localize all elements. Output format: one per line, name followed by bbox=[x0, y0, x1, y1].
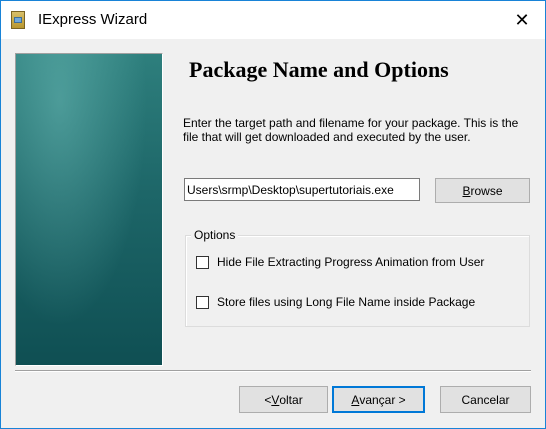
options-legend: Options bbox=[191, 228, 239, 242]
window-title: IExpress Wizard bbox=[38, 11, 148, 28]
iexpress-wizard-window: IExpress Wizard ✕ Package Name and Optio… bbox=[0, 0, 546, 429]
back-button-accel: V bbox=[271, 392, 280, 407]
browse-button-accel: B bbox=[462, 183, 471, 198]
close-icon[interactable]: ✕ bbox=[499, 1, 545, 39]
long-filename-label: Store files using Long File Name inside … bbox=[217, 295, 476, 309]
page-description: Enter the target path and filename for y… bbox=[183, 116, 519, 144]
installer-app-icon bbox=[11, 11, 25, 29]
back-button[interactable]: < Voltar bbox=[239, 386, 328, 413]
wizard-content: Package Name and Options Enter the targe… bbox=[1, 39, 545, 428]
long-filename-option[interactable]: Store files using Long File Name inside … bbox=[196, 295, 475, 309]
target-path-input[interactable] bbox=[184, 178, 420, 201]
hide-animation-option[interactable]: Hide File Extracting Progress Animation … bbox=[196, 255, 484, 269]
options-groupbox bbox=[185, 235, 530, 327]
page-title: Package Name and Options bbox=[189, 57, 449, 82]
browse-button[interactable]: Browse bbox=[435, 178, 530, 203]
hide-animation-checkbox[interactable] bbox=[196, 255, 209, 269]
cancel-button[interactable]: Cancelar bbox=[440, 386, 531, 413]
back-button-prefix: < bbox=[264, 392, 272, 407]
next-button-suffix: vançar > bbox=[359, 392, 406, 407]
next-button[interactable]: Avançar > bbox=[332, 386, 425, 413]
back-button-suffix: oltar bbox=[279, 392, 303, 407]
footer-separator bbox=[15, 370, 531, 372]
long-filename-checkbox[interactable] bbox=[196, 295, 209, 309]
next-button-accel: A bbox=[351, 392, 360, 407]
browse-button-suffix: rowse bbox=[470, 183, 503, 198]
hide-animation-label: Hide File Extracting Progress Animation … bbox=[217, 255, 485, 269]
title-bar: IExpress Wizard ✕ bbox=[1, 1, 545, 39]
wizard-sidebar-image bbox=[15, 53, 163, 366]
